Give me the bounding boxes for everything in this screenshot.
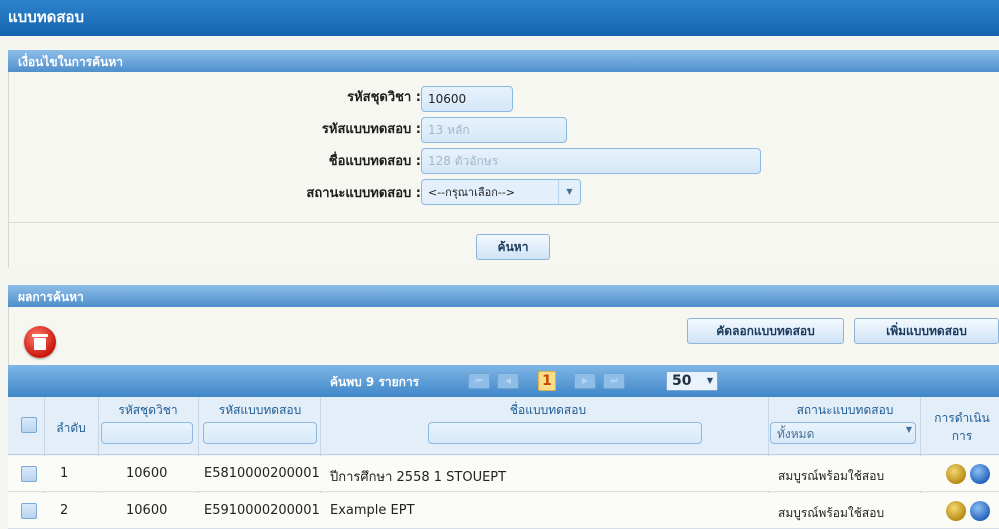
page-size-select[interactable]: 50 ▼ bbox=[666, 371, 718, 391]
prev-page-icon[interactable]: ◀ bbox=[497, 373, 519, 389]
search-button-label: ค้นหา bbox=[497, 239, 529, 254]
copy-exam-button-label: คัดลอกแบบทดสอบ bbox=[716, 323, 815, 338]
current-page[interactable]: 1 bbox=[538, 371, 556, 391]
edit-icon[interactable] bbox=[946, 464, 966, 484]
view-icon[interactable] bbox=[970, 464, 990, 484]
exam-code-filter[interactable] bbox=[203, 422, 317, 444]
status-filter-select[interactable]: ทั้งหมด ▼ bbox=[770, 422, 916, 444]
row-exam-code: E5910000200001 bbox=[204, 503, 320, 518]
row-checkbox[interactable] bbox=[21, 466, 37, 482]
row-status: สมบูรณ์พร้อมใช้สอบ bbox=[778, 469, 885, 483]
exam-code-input[interactable] bbox=[421, 117, 567, 143]
delete-icon[interactable] bbox=[24, 326, 56, 358]
next-page-icon[interactable]: ▶ bbox=[574, 373, 596, 389]
results-toolbar bbox=[8, 307, 999, 365]
row-seq: 2 bbox=[60, 503, 69, 518]
page-title: แบบทดสอบ bbox=[8, 8, 85, 26]
chevron-down-icon: ▼ bbox=[905, 425, 912, 434]
course-code-label: รหัสชุดวิชา : bbox=[347, 90, 421, 105]
results-section-header: ผลการค้นหา bbox=[8, 285, 999, 307]
view-icon[interactable] bbox=[970, 501, 990, 521]
row-exam-name: Example EPT bbox=[330, 503, 415, 518]
exam-name-label: ชื่อแบบทดสอบ : bbox=[328, 154, 421, 169]
chevron-down-icon: ▼ bbox=[706, 376, 713, 385]
exam-name-filter[interactable] bbox=[428, 422, 702, 444]
course-code-filter[interactable] bbox=[101, 422, 193, 444]
row-course-code: 10600 bbox=[126, 466, 168, 481]
trash-lid bbox=[32, 334, 48, 337]
search-button[interactable]: ค้นหา bbox=[476, 234, 550, 260]
copy-exam-button[interactable]: คัดลอกแบบทดสอบ bbox=[687, 318, 844, 344]
col-exam-code-header: รหัสแบบทดสอบ bbox=[218, 403, 302, 417]
col-course-code-header: รหัสชุดวิชา bbox=[118, 403, 178, 417]
exam-status-selected: <--กรุณาเลือก--> bbox=[428, 186, 516, 199]
add-exam-button-label: เพิ่มแบบทดสอบ bbox=[886, 323, 967, 338]
status-filter-value: ทั้งหมด bbox=[777, 427, 815, 441]
exam-code-label: รหัสแบบทดสอบ : bbox=[321, 122, 421, 137]
col-actions-header: การดำเนิน bbox=[934, 411, 990, 425]
row-exam-name: ปีการศึกษา 2558 1 STOUEPT bbox=[330, 470, 507, 485]
grid-pager-bar: ค้นพบ 9 รายการ ⏮ ◀ 1 ▶ ⏭ 50 ▼ bbox=[8, 365, 999, 397]
page-title-bar: แบบทดสอบ bbox=[0, 0, 999, 36]
search-panel: รหัสชุดวิชา : รหัสแบบทดสอบ : ชื่อแบบทดสอ… bbox=[8, 72, 999, 268]
table-row[interactable]: 2 10600 E5910000200001 Example EPT สมบูร… bbox=[8, 493, 999, 529]
exam-status-label: สถานะแบบทดสอบ : bbox=[306, 186, 421, 201]
results-section-title: ผลการค้นหา bbox=[18, 290, 84, 304]
col-status-header: สถานะแบบทดสอบ bbox=[796, 403, 894, 417]
first-page-icon[interactable]: ⏮ bbox=[468, 373, 490, 389]
chevron-down-icon: ▼ bbox=[558, 180, 580, 204]
row-checkbox[interactable] bbox=[21, 503, 37, 519]
edit-icon[interactable] bbox=[946, 501, 966, 521]
row-exam-code: E5810000200001 bbox=[204, 466, 320, 481]
table-header: ลำดับ รหัสชุดวิชา รหัสแบบทดสอบ ชื่อแบบทด… bbox=[8, 397, 999, 455]
col-actions-header-2: การ bbox=[951, 429, 973, 443]
row-seq: 1 bbox=[60, 466, 69, 481]
table-row[interactable]: 1 10600 E5810000200001 ปีการศึกษา 2558 1… bbox=[8, 456, 999, 492]
trash-body bbox=[34, 338, 46, 350]
divider bbox=[9, 222, 999, 223]
last-page-icon[interactable]: ⏭ bbox=[603, 373, 625, 389]
record-count: ค้นพบ 9 รายการ bbox=[330, 375, 420, 389]
page-size-value: 50 bbox=[672, 373, 692, 389]
exam-name-input[interactable] bbox=[421, 148, 761, 174]
exam-status-select[interactable]: <--กรุณาเลือก--> ▼ bbox=[421, 179, 581, 205]
search-section-header: เงื่อนไขในการค้นหา bbox=[8, 50, 999, 72]
add-exam-button[interactable]: เพิ่มแบบทดสอบ bbox=[854, 318, 999, 344]
course-code-input[interactable] bbox=[421, 86, 513, 112]
select-all-checkbox[interactable] bbox=[21, 417, 37, 433]
col-seq-header: ลำดับ bbox=[56, 421, 86, 435]
col-exam-name-header: ชื่อแบบทดสอบ bbox=[509, 403, 587, 417]
row-course-code: 10600 bbox=[126, 503, 168, 518]
search-section-title: เงื่อนไขในการค้นหา bbox=[18, 55, 123, 69]
row-status: สมบูรณ์พร้อมใช้สอบ bbox=[778, 506, 885, 520]
